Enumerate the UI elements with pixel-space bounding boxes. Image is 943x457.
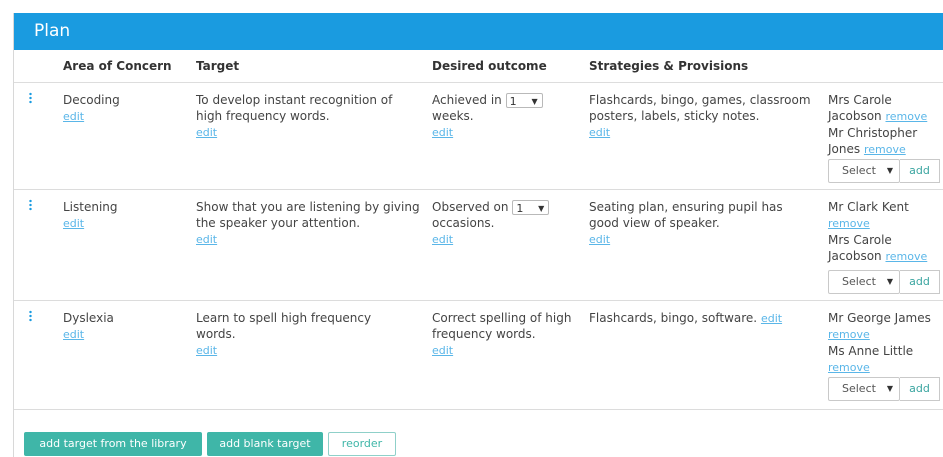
- col-area-of-concern: Area of Concern: [63, 59, 172, 73]
- strategies-text: Flashcards, bingo, software.: [589, 311, 758, 325]
- table-row: Dyslexia edit Learn to spell high freque…: [14, 301, 943, 410]
- staff-select[interactable]: Select ▼: [828, 159, 900, 183]
- outcome-select-value: 1: [509, 95, 517, 108]
- add-blank-target-button[interactable]: add blank target: [207, 432, 323, 456]
- remove-link[interactable]: remove: [885, 110, 927, 123]
- outcome-suffix: occasions.: [432, 216, 495, 230]
- plan-panel: Plan Area of Concern Target Desired outc…: [13, 13, 943, 457]
- caret-down-icon: ▼: [538, 204, 545, 213]
- col-target: Target: [196, 59, 240, 73]
- target-edit-link[interactable]: edit: [196, 126, 217, 139]
- drag-handle-icon[interactable]: [29, 310, 32, 322]
- col-strategies: Strategies & Provisions: [589, 59, 749, 73]
- outcome-edit-link[interactable]: edit: [432, 126, 453, 139]
- person-name: Mrs Carole Jacobson: [828, 93, 892, 123]
- strategies-edit-link[interactable]: edit: [589, 126, 610, 139]
- area-edit-link[interactable]: edit: [63, 110, 84, 123]
- strategies-edit-link[interactable]: edit: [761, 312, 782, 325]
- col-desired-outcome: Desired outcome: [432, 59, 547, 73]
- target-text: Show that you are listening by giving th…: [196, 200, 420, 230]
- drag-handle-icon[interactable]: [29, 199, 32, 211]
- caret-down-icon: ▼: [886, 166, 893, 175]
- person-name: Ms Anne Little: [828, 344, 914, 358]
- table-row: Listening edit Show that you are listeni…: [14, 190, 943, 301]
- target-edit-link[interactable]: edit: [196, 233, 217, 246]
- outcome-select[interactable]: 1 ▼: [512, 200, 550, 215]
- remove-link[interactable]: remove: [828, 217, 870, 230]
- area-label: Dyslexia: [63, 311, 114, 325]
- remove-link[interactable]: remove: [885, 250, 927, 263]
- add-staff-button[interactable]: add: [900, 270, 940, 294]
- target-text: To develop instant recognition of high f…: [196, 93, 393, 123]
- staff-select[interactable]: Select ▼: [828, 270, 900, 294]
- strategies-text: Flashcards, bingo, games, classroom post…: [589, 93, 811, 123]
- panel-title: Plan: [34, 21, 71, 41]
- staff-select-label: Select: [842, 382, 876, 395]
- table-header: Area of Concern Target Desired outcome S…: [14, 50, 943, 83]
- outcome-edit-link[interactable]: edit: [432, 344, 453, 357]
- staff-select[interactable]: Select ▼: [828, 377, 900, 401]
- person-name: Mr George James: [828, 311, 931, 325]
- add-staff-button[interactable]: add: [900, 159, 940, 183]
- person-name: Mrs Carole Jacobson: [828, 233, 892, 263]
- reorder-button[interactable]: reorder: [328, 432, 396, 456]
- caret-down-icon: ▼: [886, 277, 893, 286]
- add-staff-button[interactable]: add: [900, 377, 940, 401]
- area-label: Listening: [63, 200, 118, 214]
- outcome-select[interactable]: 1 ▼: [505, 93, 543, 108]
- assign-control: Select ▼ add: [828, 270, 943, 294]
- person-name: Mr Clark Kent: [828, 200, 909, 214]
- target-text: Learn to spell high frequency words.: [196, 311, 372, 341]
- remove-link[interactable]: remove: [828, 361, 870, 374]
- outcome-edit-link[interactable]: edit: [432, 233, 453, 246]
- outcome-prefix: Achieved in: [432, 93, 502, 107]
- target-edit-link[interactable]: edit: [196, 344, 217, 357]
- outcome-text: Correct spelling of high frequency words…: [432, 311, 572, 341]
- area-edit-link[interactable]: edit: [63, 217, 84, 230]
- staff-select-label: Select: [842, 164, 876, 177]
- panel-header: Plan: [14, 13, 943, 50]
- caret-down-icon: ▼: [531, 97, 538, 106]
- area-edit-link[interactable]: edit: [63, 328, 84, 341]
- staff-select-label: Select: [842, 275, 876, 288]
- outcome-select-value: 1: [516, 202, 524, 215]
- strategies-text: Seating plan, ensuring pupil has good vi…: [589, 200, 783, 230]
- add-target-from-library-button[interactable]: add target from the library: [24, 432, 202, 456]
- strategies-edit-link[interactable]: edit: [589, 233, 610, 246]
- caret-down-icon: ▼: [886, 384, 893, 393]
- remove-link[interactable]: remove: [864, 143, 906, 156]
- assign-control: Select ▼ add: [828, 377, 943, 401]
- outcome-prefix: Observed on: [432, 200, 509, 214]
- outcome-suffix: weeks.: [432, 109, 474, 123]
- assign-control: Select ▼ add: [828, 159, 943, 183]
- area-label: Decoding: [63, 93, 120, 107]
- remove-link[interactable]: remove: [828, 328, 870, 341]
- drag-handle-icon[interactable]: [29, 92, 32, 104]
- table-row: Decoding edit To develop instant recogni…: [14, 83, 943, 190]
